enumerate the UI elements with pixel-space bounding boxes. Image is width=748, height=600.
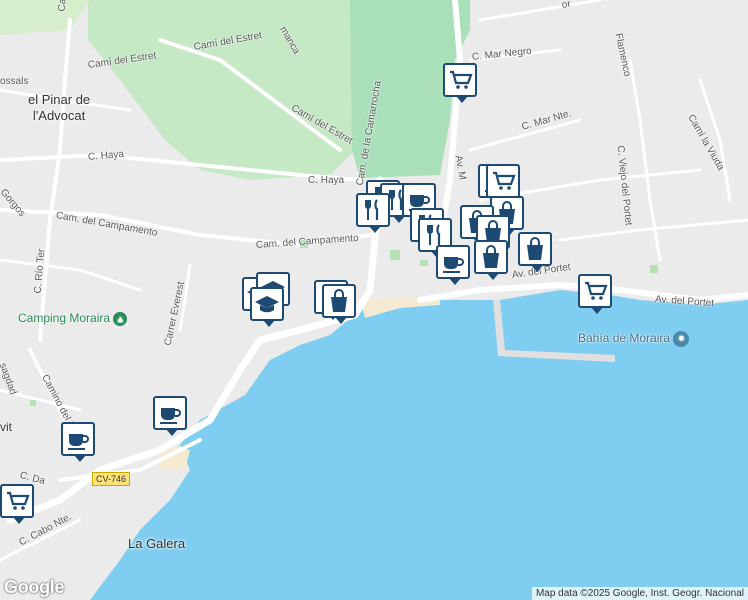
road-shield-cv746: CV-746 [92, 472, 131, 486]
marker-cafe[interactable] [153, 396, 187, 436]
place-label-el-pinar: el Pinar de l'Advocat [28, 92, 91, 123]
marker-shopping-cart[interactable] [486, 164, 520, 204]
cafe-icon [68, 434, 89, 450]
marker-restaurant[interactable] [356, 193, 390, 233]
marker-shopping-cart[interactable] [443, 63, 477, 103]
shopping-cart-icon [450, 70, 473, 89]
cafe-icon [160, 408, 181, 424]
street-label: vit [0, 420, 12, 434]
marker-cafe[interactable] [436, 245, 470, 285]
marker-shopping-bag[interactable] [322, 284, 356, 324]
shopping-bag-icon [331, 289, 347, 312]
google-logo: Google [4, 577, 65, 597]
shopping-bag-icon [527, 237, 543, 260]
shopping-cart-icon [493, 171, 516, 190]
marker-cafe[interactable] [61, 422, 95, 462]
place-label-la-galera: La Galera [128, 536, 186, 551]
tent-icon: ▲ [113, 311, 128, 326]
restaurant-icon [365, 199, 379, 220]
street-label: C. Haya [308, 175, 345, 186]
marker-shopping-cart[interactable] [0, 484, 34, 524]
poi-bahia-de-moraira[interactable]: Bahía de Moraira ● [578, 331, 690, 347]
shopping-bag-icon [483, 245, 499, 268]
pin-icon: ● [673, 331, 690, 347]
marker-shopping-cart[interactable] [578, 274, 612, 314]
cafe-icon [443, 257, 464, 273]
shopping-cart-icon [7, 491, 30, 510]
street-label: or [561, 0, 572, 11]
poi-label-text: Camping Moraira [18, 311, 111, 325]
poi-label-text: Bahía de Moraira [578, 331, 671, 346]
marker-school[interactable] [250, 287, 284, 327]
map-attribution[interactable]: Map data ©2025 Google, Inst. Geogr. Naci… [531, 587, 748, 600]
marker-shopping-bag[interactable] [474, 240, 508, 280]
school-icon [255, 296, 279, 313]
marker-shopping-bag[interactable] [518, 232, 552, 272]
street-label: Camí [57, 0, 70, 12]
poi-camping-moraira[interactable]: Camping Moraira ▲ [18, 311, 128, 326]
street-label: ossals [0, 76, 29, 87]
shopping-cart-icon [585, 281, 608, 300]
